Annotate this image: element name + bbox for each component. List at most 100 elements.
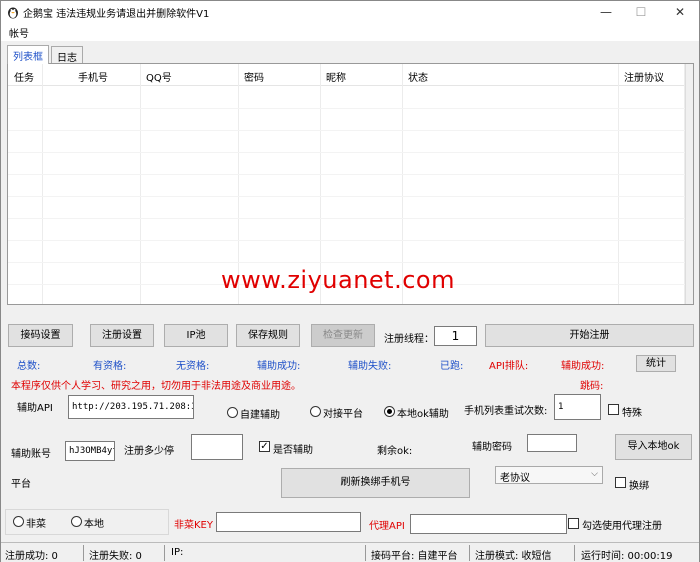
protocol-select[interactable]: 老协议 ⌵ — [495, 466, 603, 484]
divider — [8, 152, 686, 153]
is-assist-checkbox[interactable]: ✓ — [259, 441, 270, 452]
divider — [140, 64, 141, 304]
use-proxy-checkbox[interactable] — [568, 518, 579, 529]
assist-account-label: 辅助账号 — [11, 449, 51, 460]
stat-assist-success: 辅助成功: — [257, 361, 301, 372]
assist-password-label: 辅助密码 — [472, 442, 512, 453]
non-cai-key-label: 非菜KEY — [174, 520, 213, 531]
divider — [8, 174, 686, 175]
divider — [8, 108, 686, 109]
divider — [164, 545, 165, 561]
vertical-scrollbar[interactable] — [685, 64, 693, 304]
assist-account-input[interactable]: hJ3OMB4ytj — [65, 441, 115, 461]
divider — [618, 64, 619, 304]
column-header[interactable]: 任务 — [14, 69, 34, 84]
radio-self-built[interactable] — [227, 407, 238, 418]
special-label: 特殊 — [622, 408, 642, 419]
local-label: 本地 — [84, 519, 104, 530]
menu-account[interactable]: 帐号 — [9, 25, 29, 40]
use-proxy-label: 勾选使用代理注册 — [582, 521, 662, 532]
close-button[interactable]: ✕ — [665, 3, 695, 21]
phone-retry-input[interactable]: 1 — [554, 394, 601, 420]
status-register-success: 注册成功: 0 — [5, 551, 58, 562]
threads-input[interactable]: 1 — [434, 326, 477, 346]
watermark: www.ziyuanet.com — [221, 266, 455, 294]
column-header[interactable]: 昵称 — [326, 69, 346, 84]
stat-ran: 已跑: — [440, 361, 464, 372]
register-pause-input[interactable] — [191, 434, 243, 460]
stat-api-queue: API排队: — [489, 361, 529, 372]
divider — [365, 545, 366, 561]
radio-local[interactable] — [71, 516, 82, 527]
status-receive-platform: 接码平台: 自建平台 — [371, 551, 458, 562]
local-ok-label: 本地ok辅助 — [397, 409, 449, 420]
maximize-button[interactable]: ☐ — [626, 3, 656, 21]
stat-assist-fail: 辅助失败: — [348, 361, 392, 372]
special-checkbox[interactable] — [608, 404, 619, 415]
assist-api-input[interactable]: http://203.195.71.208:38 — [68, 395, 194, 419]
ip-pool-button[interactable]: IP池 — [164, 324, 228, 347]
main-window: 企鹅宝 违法违规业务请退出并删除软件V1 — ☐ ✕ 帐号 列表框 日志 任务 … — [0, 0, 700, 562]
minimize-button[interactable]: — — [591, 3, 621, 21]
status-register-mode: 注册模式: 收短信 — [475, 551, 552, 562]
platform-label: 对接平台 — [323, 409, 363, 420]
assist-api-label: 辅助API — [17, 403, 53, 414]
save-rules-button[interactable]: 保存规则 — [236, 324, 300, 347]
stat-total: 总数: — [17, 361, 41, 372]
rebind-label: 换绑 — [629, 481, 649, 492]
chevron-down-icon: ⌵ — [591, 469, 598, 479]
divider — [469, 545, 470, 561]
is-assist-label: 是否辅助 — [273, 445, 313, 456]
tab-list[interactable]: 列表框 — [7, 45, 49, 64]
proxy-api-input[interactable] — [410, 514, 567, 534]
phone-retry-label: 手机列表重试次数: — [464, 406, 548, 417]
divider — [8, 130, 686, 131]
threads-label: 注册线程： — [384, 334, 434, 345]
column-header[interactable]: 状态 — [408, 69, 428, 84]
divider — [8, 240, 686, 241]
register-settings-button[interactable]: 注册设置 — [90, 324, 154, 347]
menu-bar: 帐号 — [1, 23, 699, 41]
column-header[interactable]: 注册协议 — [624, 69, 664, 84]
proxy-api-label: 代理API — [369, 521, 405, 532]
radio-platform[interactable] — [310, 406, 321, 417]
divider — [574, 545, 575, 561]
import-local-ok-button[interactable]: 导入本地ok — [615, 434, 692, 460]
divider — [8, 218, 686, 219]
status-run-time: 运行时间: 00:00:19 — [581, 551, 673, 562]
start-register-button[interactable]: 开始注册 — [485, 324, 694, 347]
column-header[interactable]: 手机号 — [78, 69, 108, 84]
title-bar: 企鹅宝 违法违规业务请退出并删除软件V1 — ☐ ✕ — [1, 1, 699, 23]
non-cai-key-input[interactable] — [216, 512, 361, 532]
tab-log[interactable]: 日志 — [51, 46, 83, 64]
assist-password-input[interactable] — [527, 434, 577, 452]
divider — [42, 64, 43, 304]
remaining-ok-label: 剩余ok: — [377, 446, 413, 457]
column-header[interactable]: 密码 — [244, 69, 264, 84]
column-header[interactable]: QQ号 — [146, 69, 172, 84]
register-pause-label: 注册多少停 — [124, 446, 174, 457]
window-title: 企鹅宝 违法违规业务请退出并删除软件V1 — [23, 9, 210, 20]
status-bar: 注册成功: 0 注册失败: 0 IP: 接码平台: 自建平台 注册模式: 收短信… — [1, 542, 699, 562]
platform-row-label: 平台 — [11, 479, 31, 490]
radio-non-cai[interactable] — [13, 516, 24, 527]
radio-local-ok[interactable] — [384, 406, 395, 417]
stat-assist-success-2: 辅助成功: — [561, 361, 605, 372]
divider — [8, 196, 686, 197]
penguin-icon — [8, 7, 18, 19]
status-ip: IP: — [171, 547, 184, 558]
non-cai-label: 非菜 — [26, 519, 46, 530]
stat-unqualified: 无资格: — [176, 361, 210, 372]
jump-code-label: 跳码: — [580, 381, 604, 392]
rebind-checkbox[interactable] — [615, 477, 626, 488]
self-built-label: 自建辅助 — [240, 410, 280, 421]
table-header: 任务 手机号 QQ号 密码 昵称 状态 注册协议 — [8, 64, 686, 86]
disclaimer-text: 本程序仅供个人学习、研究之用，切勿用于非法用途及商业用途。 — [11, 381, 301, 392]
refresh-bind-phone-button[interactable]: 刷新换绑手机号 — [281, 468, 470, 498]
stats-button[interactable]: 统计 — [636, 355, 676, 372]
check-update-button[interactable]: 检查更新 — [311, 324, 375, 347]
stat-qualified: 有资格: — [93, 361, 127, 372]
receive-settings-button[interactable]: 接码设置 — [8, 324, 73, 347]
status-register-fail: 注册失败: 0 — [89, 551, 142, 562]
protocol-select-value: 老协议 — [500, 473, 530, 484]
